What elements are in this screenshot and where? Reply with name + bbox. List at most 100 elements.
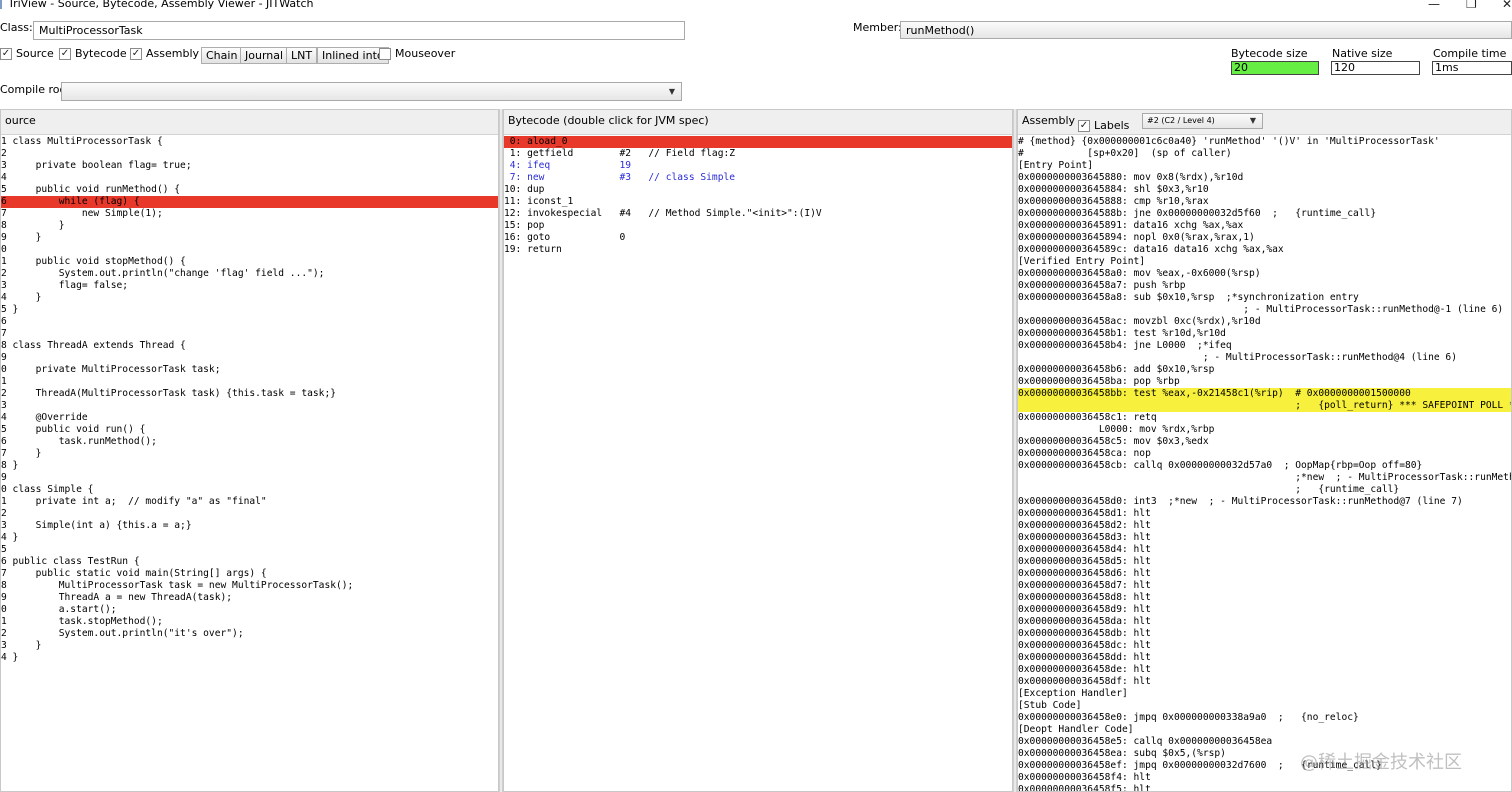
assembly-line[interactable]: 0x0000000003645894: nopl 0x0(%rax,%rax,1… <box>1018 232 1511 244</box>
assembly-line[interactable]: 0x00000000036458ca: nop <box>1018 448 1511 460</box>
assembly-line[interactable]: 0x00000000036458c5: mov $0x3,%edx <box>1018 436 1511 448</box>
source-line[interactable]: 5 } <box>1 304 498 316</box>
source-line[interactable]: 4 } <box>1 292 498 304</box>
source-line[interactable]: 5 <box>1 544 498 556</box>
source-line[interactable]: 4 @Override <box>1 412 498 424</box>
member-select[interactable]: runMethod() <box>900 21 1512 39</box>
source-line[interactable]: 9 <box>1 472 498 484</box>
source-line[interactable]: 0 private MultiProcessorTask task; <box>1 364 498 376</box>
bytecode-line[interactable]: 19: return <box>504 244 1012 256</box>
source-line[interactable]: 8 class ThreadA extends Thread { <box>1 340 498 352</box>
assembly-line[interactable]: 0x00000000036458a0: mov %eax,-0x6000(%rs… <box>1018 268 1511 280</box>
assembly-line[interactable]: 0x00000000036458ba: pop %rbp <box>1018 376 1511 388</box>
source-line[interactable]: 6 public class TestRun { <box>1 556 498 568</box>
source-line[interactable]: 6 task.runMethod(); <box>1 436 498 448</box>
assembly-line[interactable]: 0x00000000036458d4: hlt <box>1018 544 1511 556</box>
bytecode-code[interactable]: 0: aload_0 1: getfield #2 // Field flag:… <box>504 136 1012 791</box>
source-line[interactable]: 0 a.start(); <box>1 604 498 616</box>
maximize-icon[interactable]: ❐ <box>1466 0 1477 11</box>
assembly-line[interactable]: 0x00000000036458b6: add $0x10,%rsp <box>1018 364 1511 376</box>
class-input[interactable]: MultiProcessorTask <box>33 21 685 40</box>
assembly-line[interactable]: 0x00000000036458de: hlt <box>1018 664 1511 676</box>
source-line[interactable]: 0 class Simple { <box>1 484 498 496</box>
close-icon[interactable]: ✕ <box>1502 0 1512 11</box>
assembly-line[interactable]: 0x00000000036458d6: hlt <box>1018 568 1511 580</box>
assembly-line[interactable]: 0x00000000036458dd: hlt <box>1018 652 1511 664</box>
assembly-line[interactable]: [Stub Code] <box>1018 700 1511 712</box>
labels-checkbox[interactable]: ✓ Labels <box>1078 115 1129 137</box>
bytecode-line[interactable]: 11: iconst_1 <box>504 196 1012 208</box>
assembly-line[interactable]: ;*new ; - MultiProcessorTask::runMethod@… <box>1018 472 1511 484</box>
bytecode-line[interactable]: 4: ifeq 19 <box>504 160 1012 172</box>
assembly-line[interactable]: [Deopt Handler Code] <box>1018 724 1511 736</box>
assembly-line[interactable]: 0x000000000364588b: jne 0x00000000032d5f… <box>1018 208 1511 220</box>
source-line[interactable]: 6 <box>1 316 498 328</box>
source-line[interactable]: 4 } <box>1 652 498 664</box>
source-line[interactable]: 7 public static void main(String[] args)… <box>1 568 498 580</box>
assembly-line[interactable]: 0x00000000036458a7: push %rbp <box>1018 280 1511 292</box>
chain-button[interactable]: Chain <box>201 47 243 64</box>
source-line[interactable]: 3 private boolean flag= true; <box>1 160 498 172</box>
compile-level-select[interactable]: #2 (C2 / Level 4) ▼ <box>1142 113 1263 129</box>
assembly-checkbox[interactable]: ✓ Assembly <box>130 47 199 60</box>
source-line[interactable]: 1 <box>1 376 498 388</box>
assembly-line[interactable]: 0x0000000003645888: cmp %r10,%rax <box>1018 196 1511 208</box>
source-line[interactable]: 2 System.out.println("it's over"); <box>1 628 498 640</box>
assembly-line[interactable]: 0x00000000036458d2: hlt <box>1018 520 1511 532</box>
assembly-line[interactable]: ; {poll_return} *** SAFEPOINT POLL *** <box>1018 400 1511 412</box>
source-line[interactable]: 5 public void runMethod() { <box>1 184 498 196</box>
source-line[interactable]: 3 } <box>1 640 498 652</box>
assembly-line[interactable]: 0x0000000003645880: mov 0x8(%rdx),%r10d <box>1018 172 1511 184</box>
assembly-line[interactable]: 0x00000000036458df: hlt <box>1018 676 1511 688</box>
assembly-line[interactable]: 0x00000000036458cb: callq 0x00000000032d… <box>1018 460 1511 472</box>
source-line[interactable]: 2 <box>1 508 498 520</box>
bytecode-line[interactable]: 7: new #3 // class Simple <box>504 172 1012 184</box>
assembly-line[interactable]: 0x00000000036458da: hlt <box>1018 616 1511 628</box>
assembly-line[interactable]: 0x0000000003645891: data16 xchg %ax,%ax <box>1018 220 1511 232</box>
assembly-line[interactable]: [Verified Entry Point] <box>1018 256 1511 268</box>
assembly-line[interactable]: 0x00000000036458d9: hlt <box>1018 604 1511 616</box>
assembly-line[interactable]: 0x00000000036458d7: hlt <box>1018 580 1511 592</box>
source-line[interactable]: 3 <box>1 400 498 412</box>
bytecode-line[interactable]: 15: pop <box>504 220 1012 232</box>
assembly-line[interactable]: [Exception Handler] <box>1018 688 1511 700</box>
assembly-line[interactable]: L0000: mov %rdx,%rbp <box>1018 424 1511 436</box>
assembly-line[interactable]: # [sp+0x20] (sp of caller) <box>1018 148 1511 160</box>
source-line[interactable]: 7 } <box>1 448 498 460</box>
source-line[interactable]: 2 ThreadA(MultiProcessorTask task) {this… <box>1 388 498 400</box>
bytecode-line[interactable]: 0: aload_0 <box>504 136 1012 148</box>
assembly-line[interactable]: 0x0000000003645884: shl $0x3,%r10 <box>1018 184 1511 196</box>
source-line[interactable]: 6 while (flag) { <box>1 196 498 208</box>
source-line[interactable]: 2 <box>1 148 498 160</box>
source-line[interactable]: 4 } <box>1 532 498 544</box>
source-line[interactable]: 8 MultiProcessorTask task = new MultiPro… <box>1 580 498 592</box>
assembly-line[interactable]: ; - MultiProcessorTask::runMethod@-1 (li… <box>1018 304 1511 316</box>
assembly-line[interactable]: 0x00000000036458d5: hlt <box>1018 556 1511 568</box>
minimize-icon[interactable]: — <box>1428 0 1440 11</box>
compile-root-select[interactable]: ▼ <box>61 82 682 101</box>
source-line[interactable]: 9 } <box>1 232 498 244</box>
assembly-line[interactable]: 0x00000000036458ac: movzbl 0xc(%rdx),%r1… <box>1018 316 1511 328</box>
assembly-line[interactable]: ; - MultiProcessorTask::runMethod@4 (lin… <box>1018 352 1511 364</box>
assembly-line[interactable]: 0x00000000036458e5: callq 0x000000000364… <box>1018 736 1511 748</box>
assembly-line[interactable]: 0x00000000036458bb: test %eax,-0x21458c1… <box>1018 388 1511 400</box>
mouseover-checkbox[interactable]: Mouseover <box>379 47 455 60</box>
bytecode-line[interactable]: 12: invokespecial #4 // Method Simple."<… <box>504 208 1012 220</box>
bytecode-checkbox[interactable]: ✓ Bytecode <box>59 47 127 60</box>
assembly-line[interactable]: 0x00000000036458e0: jmpq 0x000000000338a… <box>1018 712 1511 724</box>
assembly-line[interactable]: 0x00000000036458a8: sub $0x10,%rsp ;*syn… <box>1018 292 1511 304</box>
assembly-line[interactable]: 0x00000000036458c1: retq <box>1018 412 1511 424</box>
assembly-line[interactable]: 0x00000000036458b4: jne L0000 ;*ifeq <box>1018 340 1511 352</box>
source-line[interactable]: 1 public void stopMethod() { <box>1 256 498 268</box>
source-line[interactable]: 1 task.stopMethod(); <box>1 616 498 628</box>
assembly-line[interactable]: 0x00000000036458d1: hlt <box>1018 508 1511 520</box>
source-line[interactable]: 2 System.out.println("change 'flag' fiel… <box>1 268 498 280</box>
assembly-line[interactable]: 0x00000000036458dc: hlt <box>1018 640 1511 652</box>
lnt-button[interactable]: LNT <box>286 47 318 64</box>
source-line[interactable]: 9 ThreadA a = new ThreadA(task); <box>1 592 498 604</box>
source-pane[interactable]: ource 1 class MultiProcessorTask {2 3 pri… <box>0 109 499 792</box>
assembly-line[interactable]: 0x00000000036458f5: hlt <box>1018 784 1511 791</box>
source-line[interactable]: 4 <box>1 172 498 184</box>
assembly-line[interactable]: 0x00000000036458d8: hlt <box>1018 592 1511 604</box>
source-line[interactable]: 9 <box>1 352 498 364</box>
